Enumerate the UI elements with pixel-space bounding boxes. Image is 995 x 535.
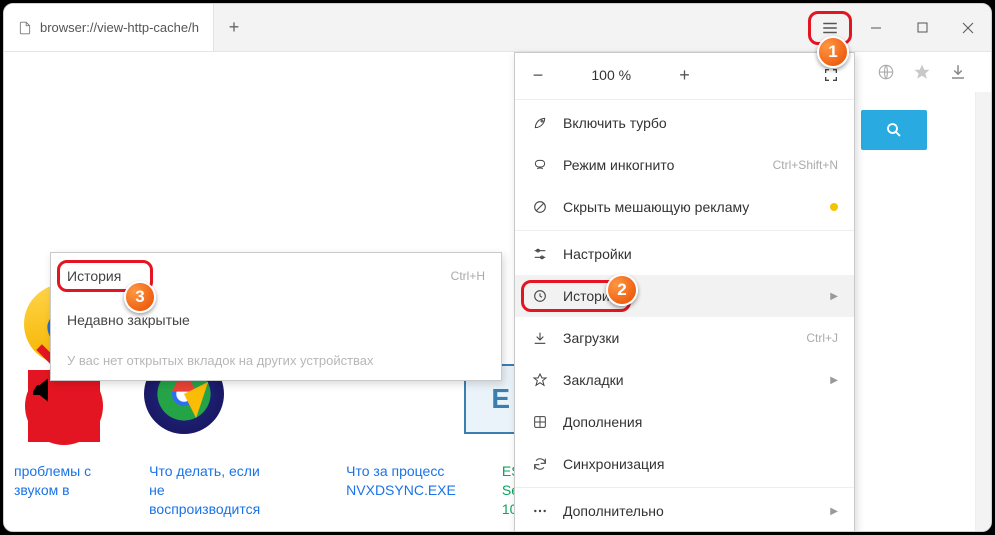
new-tab-button[interactable]: +	[214, 4, 254, 51]
tile-2[interactable]: Что делать, если не воспроизводится	[149, 462, 260, 519]
tile-3[interactable]: Что за процесс NVXDSYNC.EXE	[346, 462, 456, 519]
bookmark-star-icon[interactable]	[907, 57, 937, 87]
fullscreen-button[interactable]	[808, 67, 854, 83]
submenu-history-shortcut: Ctrl+H	[451, 269, 485, 283]
callout-badge-3: 3	[124, 281, 156, 313]
menu-sync[interactable]: Синхронизация	[515, 443, 854, 485]
minimize-button[interactable]	[853, 4, 899, 51]
sliders-icon	[531, 245, 549, 263]
warning-dot	[830, 203, 838, 211]
file-icon	[18, 21, 32, 35]
submenu-recent-label: Недавно закрытые	[67, 312, 485, 328]
puzzle-icon	[531, 413, 549, 431]
menu-hide-ads[interactable]: Скрыть мешающую рекламу	[515, 186, 854, 228]
menu-downloads-shortcut: Ctrl+J	[806, 331, 838, 345]
zoom-row: − 100 % +	[515, 53, 854, 97]
submenu-note: У вас нет открытых вкладок на других уст…	[51, 341, 501, 380]
chevron-right-icon: ▶	[830, 506, 838, 517]
submenu-history[interactable]: История Ctrl+H	[51, 253, 501, 299]
zoom-value: 100 %	[561, 67, 662, 83]
submenu-recent: Недавно закрытые	[51, 299, 501, 341]
globe-icon[interactable]	[871, 57, 901, 87]
menu-settings-label: Настройки	[563, 246, 838, 262]
tab-title: browser://view-http-cache/h	[40, 20, 199, 35]
chevron-right-icon: ▶	[830, 291, 838, 302]
menu-hide-ads-label: Скрыть мешающую рекламу	[563, 199, 816, 215]
history-submenu: История Ctrl+H Недавно закрытые У вас не…	[50, 252, 502, 381]
close-button[interactable]	[945, 4, 991, 51]
result-tiles: проблемы с звуком в Что делать, если не …	[14, 462, 591, 519]
menu-addons[interactable]: Дополнения	[515, 401, 854, 443]
menu-more-label: Дополнительно	[563, 503, 816, 519]
star-icon	[531, 371, 549, 389]
incognito-icon	[531, 156, 549, 174]
zoom-out-button[interactable]: −	[515, 65, 561, 86]
more-icon	[531, 502, 549, 520]
block-icon	[531, 198, 549, 216]
address-toolbar-right	[871, 52, 991, 92]
callout-badge-1: 1	[817, 36, 849, 68]
menu-settings[interactable]: Настройки	[515, 233, 854, 275]
tile-1-label: проблемы с звуком в	[14, 462, 103, 500]
scrollbar[interactable]	[975, 92, 991, 531]
main-menu: − 100 % + Включить турбо Режим инкогнито…	[514, 52, 855, 532]
menu-turbo[interactable]: Включить турбо	[515, 102, 854, 144]
tile-3-label: Что за процесс NVXDSYNC.EXE	[346, 462, 456, 500]
sync-icon	[531, 455, 549, 473]
search-button[interactable]	[861, 110, 927, 150]
downloads-icon[interactable]	[943, 57, 973, 87]
menu-incognito-shortcut: Ctrl+Shift+N	[773, 158, 838, 172]
menu-incognito-label: Режим инкогнито	[563, 157, 759, 173]
rocket-icon	[531, 114, 549, 132]
tab[interactable]: browser://view-http-cache/h	[4, 4, 214, 51]
menu-downloads-label: Загрузки	[563, 330, 792, 346]
menu-addons-label: Дополнения	[563, 414, 838, 430]
chevron-right-icon: ▶	[830, 375, 838, 386]
menu-sync-label: Синхронизация	[563, 456, 838, 472]
menu-incognito[interactable]: Режим инкогнито Ctrl+Shift+N	[515, 144, 854, 186]
maximize-button[interactable]	[899, 4, 945, 51]
menu-more[interactable]: Дополнительно ▶	[515, 490, 854, 532]
zoom-in-button[interactable]: +	[662, 65, 708, 86]
menu-bookmarks[interactable]: Закладки ▶	[515, 359, 854, 401]
tile-1[interactable]: проблемы с звуком в	[14, 462, 103, 519]
menu-bookmarks-label: Закладки	[563, 372, 816, 388]
menu-history[interactable]: История ▶	[515, 275, 854, 317]
callout-badge-2: 2	[606, 274, 638, 306]
download-icon	[531, 329, 549, 347]
tile-2-label: Что делать, если не воспроизводится	[149, 462, 260, 519]
menu-downloads[interactable]: Загрузки Ctrl+J	[515, 317, 854, 359]
menu-turbo-label: Включить турбо	[563, 115, 838, 131]
browser-window: browser://view-http-cache/h +	[3, 3, 992, 532]
